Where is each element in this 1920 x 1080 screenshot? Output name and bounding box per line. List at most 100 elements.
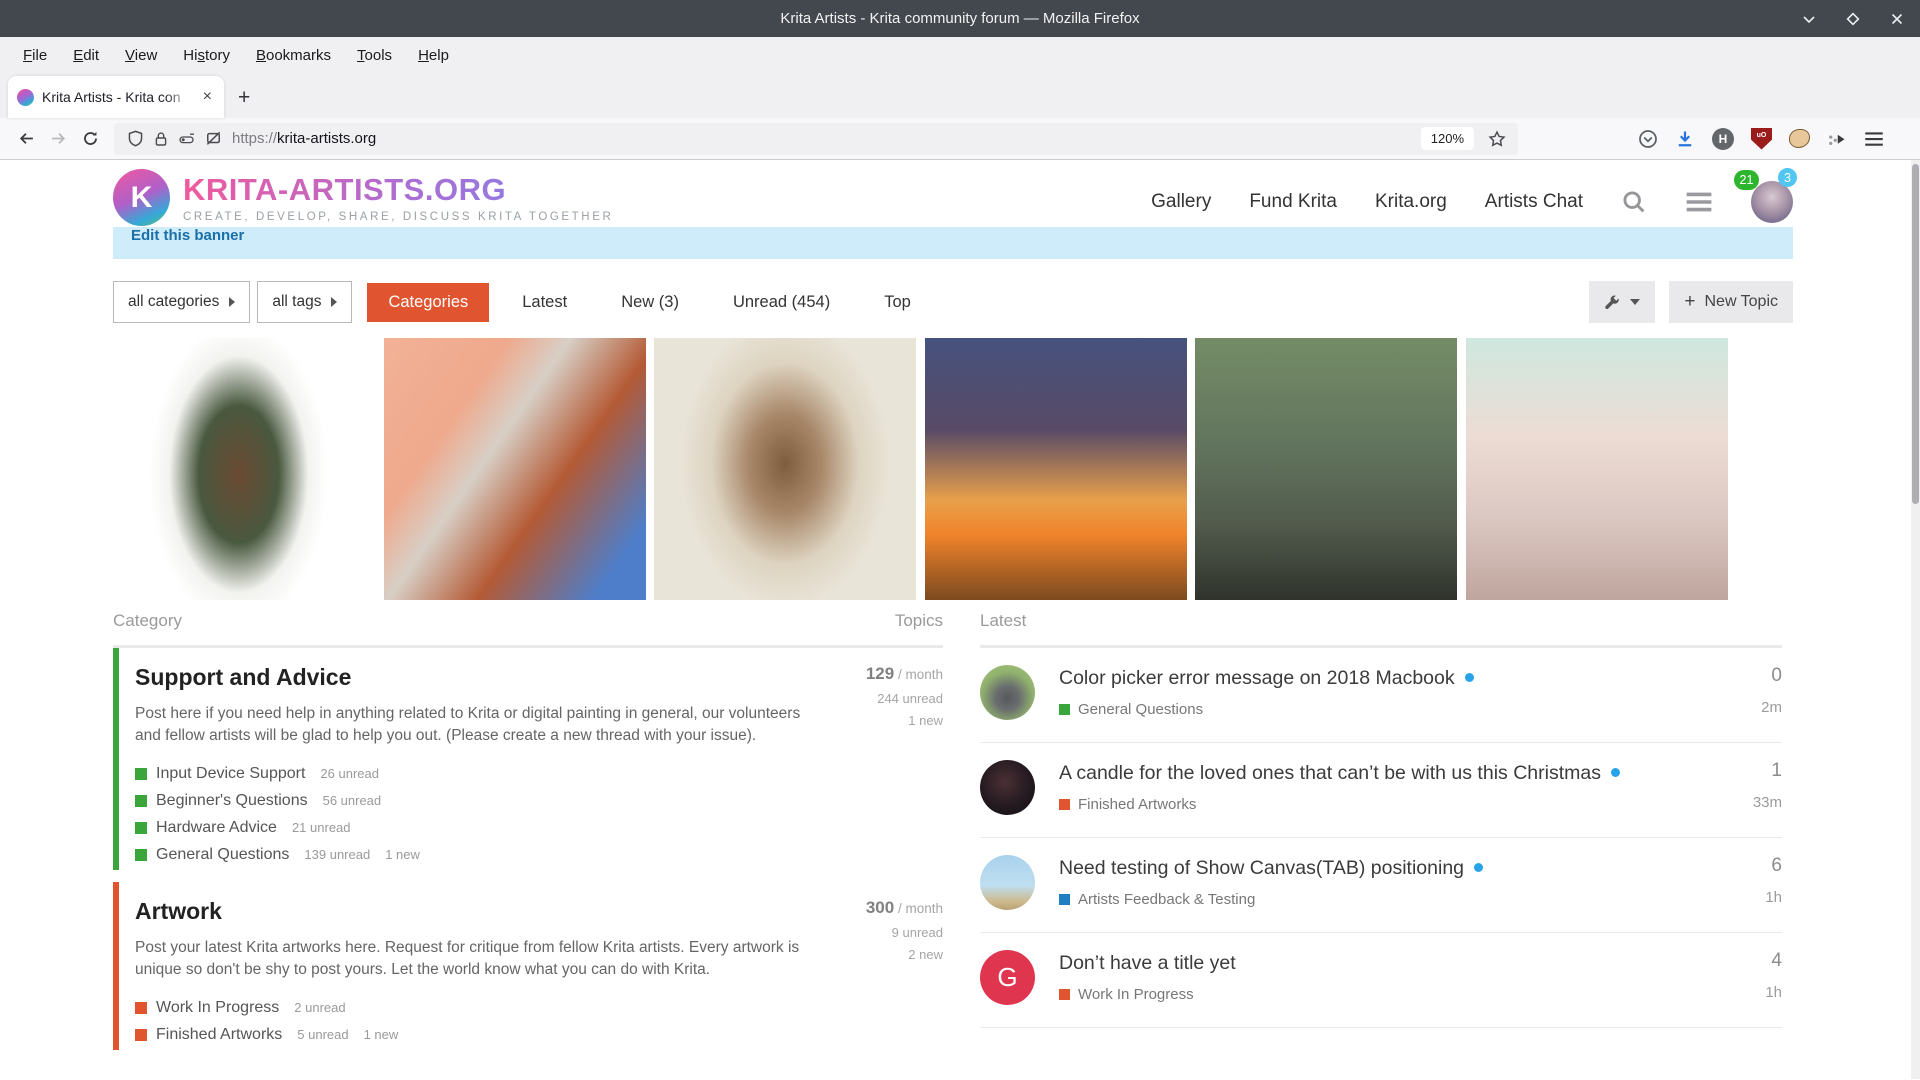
categories-column-header: Category Topics [113,611,943,648]
topic-avatar[interactable] [980,855,1035,910]
unread-count[interactable]: 9 unread [866,925,943,940]
menu-history[interactable]: History [170,47,243,64]
user-avatar[interactable]: 21 3 [1734,168,1797,223]
artwork-thumbnail[interactable] [1465,338,1728,600]
url-bar[interactable]: https://krita-artists.org 120% [114,122,1518,155]
close-icon[interactable] [1888,10,1906,28]
sketch-extension-icon[interactable] [1789,129,1810,148]
tab-categories[interactable]: Categories [367,282,490,322]
menu-view[interactable]: View [112,47,170,64]
extension-toolbar: H uO [1638,127,1884,150]
user-avatar-image [1751,181,1793,223]
topic-title[interactable]: Need testing of Show Canvas(TAB) positio… [1059,857,1464,879]
tab-unread[interactable]: Unread (454) [712,283,851,322]
single-file-extension-icon[interactable] [1827,129,1847,149]
permissions-toggle-icon[interactable] [174,126,200,152]
column-header-category: Category [113,611,182,630]
minimize-icon[interactable] [1800,10,1818,28]
subcategory-work-in-progress[interactable]: Work In Progress 2 unread [135,994,943,1021]
topic-meta: 6 1h [1710,853,1782,906]
subcategory-general-questions[interactable]: General Questions 139 unread 1 new [135,841,943,868]
topic-category[interactable]: Artists Feedback & Testing [1059,891,1710,908]
topic-row-candle-christmas[interactable]: A candle for the loved ones that can’t b… [980,743,1782,838]
downloads-icon[interactable] [1675,129,1695,149]
subcategory-finished-artworks[interactable]: Finished Artworks 5 unread 1 new [135,1021,943,1048]
menu-edit[interactable]: Edit [60,47,112,64]
artwork-thumbnail[interactable] [1195,338,1458,600]
category-description: Post your latest Krita artworks here. Re… [135,939,800,978]
search-icon[interactable] [1621,189,1647,215]
tab-close-icon[interactable]: × [200,88,215,106]
topic-avatar[interactable] [980,665,1035,720]
menu-tools[interactable]: Tools [344,47,405,64]
topic-title[interactable]: A candle for the loved ones that can’t b… [1059,762,1601,784]
forward-icon[interactable] [42,124,74,154]
app-menu-hamburger-icon[interactable] [1864,130,1884,148]
back-icon[interactable] [10,124,42,154]
maximize-icon[interactable] [1844,10,1862,28]
new-count[interactable]: 2 new [866,947,943,962]
tracking-shield-icon[interactable] [122,126,148,152]
subcategory-beginners-questions[interactable]: Beginner's Questions 56 unread [135,787,943,814]
topic-row-show-canvas-testing[interactable]: Need testing of Show Canvas(TAB) positio… [980,838,1782,933]
page-content: K KRITA-ARTISTS.ORG CREATE, DEVELOP, SHA… [113,160,1797,1079]
artwork-thumbnail[interactable] [924,338,1187,600]
extension-h-icon[interactable]: H [1712,127,1734,150]
category-support-and-advice: Support and Advice 129 / month 244 unrea… [113,648,943,870]
artwork-thumbnail[interactable] [113,338,376,600]
new-tab-button[interactable]: + [238,86,250,110]
pocket-icon[interactable] [1638,129,1658,149]
artwork-thumbnail[interactable] [383,338,646,600]
blocked-autoplay-icon[interactable] [200,126,226,152]
nav-link-artists-chat[interactable]: Artists Chat [1485,191,1583,213]
menu-file[interactable]: File [10,47,60,64]
lock-icon[interactable] [148,126,174,152]
category-title[interactable]: Artwork [135,898,943,925]
tags-dropdown[interactable]: all tags [257,281,353,323]
edit-banner-link[interactable]: Edit this banner [131,227,244,244]
caret-down-icon [1630,299,1641,305]
tab-top[interactable]: Top [863,283,932,322]
artwork-thumbnail[interactable] [654,338,917,600]
krita-logo-icon: K [113,169,170,226]
topic-category[interactable]: General Questions [1059,701,1710,718]
nav-link-gallery[interactable]: Gallery [1151,191,1211,213]
browser-tab-krita-artists[interactable]: Krita Artists - Krita con × [8,76,224,118]
new-count[interactable]: 1 new [866,713,943,728]
unread-count[interactable]: 244 unread [866,691,943,706]
subcategory-input-device-support[interactable]: Input Device Support 26 unread [135,760,943,787]
menu-help[interactable]: Help [405,47,462,64]
topic-avatar[interactable] [980,760,1035,815]
subcategory-hardware-advice[interactable]: Hardware Advice 21 unread [135,814,943,841]
page-scrollbar[interactable] [1911,160,1920,1079]
bookmark-star-icon[interactable] [1484,126,1510,152]
topic-row-color-picker[interactable]: Color picker error message on 2018 Macbo… [980,648,1782,743]
category-artwork: Artwork 300 / month 9 unread 2 new Post … [113,882,943,1050]
category-color-square [135,794,147,807]
ublock-origin-icon[interactable]: uO [1751,127,1772,150]
category-color-square [135,821,147,834]
scrollbar-thumb[interactable] [1912,164,1919,504]
nav-link-krita-org[interactable]: Krita.org [1375,191,1447,213]
topic-title[interactable]: Color picker error message on 2018 Macbo… [1059,667,1455,689]
topic-category[interactable]: Finished Artworks [1059,796,1710,813]
topic-title[interactable]: Don’t have a title yet [1059,952,1236,974]
menu-bookmarks[interactable]: Bookmarks [243,47,344,64]
nav-link-fund-krita[interactable]: Fund Krita [1249,191,1337,213]
new-topic-button[interactable]: + New Topic [1669,281,1793,323]
topic-category[interactable]: Work In Progress [1059,986,1710,1003]
url-text[interactable]: https://krita-artists.org [232,130,1421,147]
category-title[interactable]: Support and Advice [135,664,943,691]
subcategory-new: 1 new [363,1027,399,1042]
sidebar-hamburger-icon[interactable] [1685,191,1713,213]
categories-dropdown[interactable]: all categories [113,281,251,323]
tab-latest[interactable]: Latest [501,283,588,322]
zoom-level-indicator[interactable]: 120% [1420,127,1474,150]
reload-icon[interactable] [74,124,106,154]
tab-new[interactable]: New (3) [600,283,700,322]
unread-dot-icon [1464,673,1474,682]
topic-avatar-letter[interactable]: G [980,950,1035,1005]
topic-row-no-title-yet[interactable]: G Don’t have a title yet Work In Progres… [980,933,1782,1028]
admin-wrench-button[interactable] [1589,281,1656,323]
site-logo[interactable]: K KRITA-ARTISTS.ORG CREATE, DEVELOP, SHA… [113,169,613,226]
